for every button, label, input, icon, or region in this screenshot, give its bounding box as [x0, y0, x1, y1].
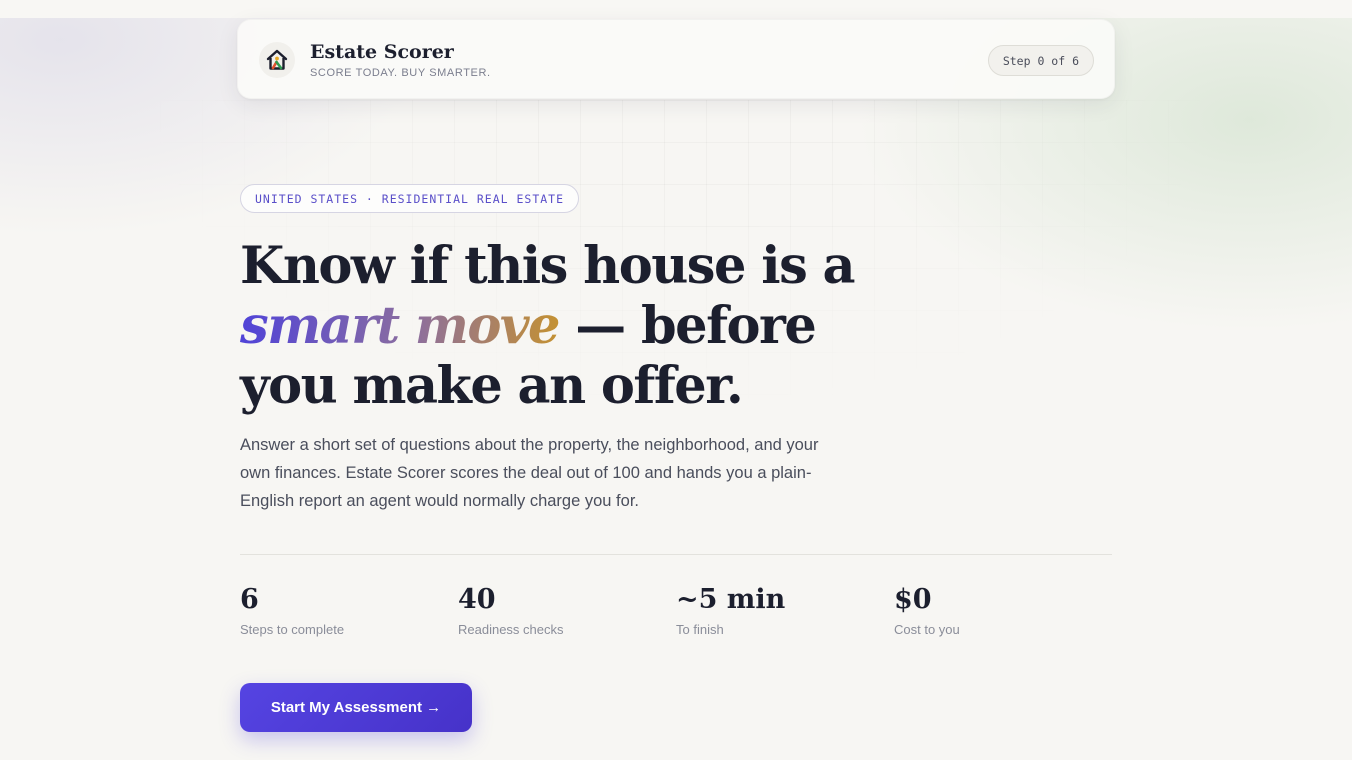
house-icon[interactable] [259, 42, 295, 78]
stat-label: Readiness checks [458, 622, 564, 637]
top-strip [0, 0, 1352, 18]
stat-time: ~5 min To finish [676, 583, 886, 637]
stat-value: $0 [894, 584, 932, 615]
stat-label: Cost to you [894, 622, 960, 637]
divider [240, 554, 1112, 555]
app-header: Estate Scorer SCORE TODAY. BUY SMARTER. … [237, 19, 1115, 99]
stat-label: Steps to complete [240, 622, 345, 637]
step-indicator: Step 0 of 6 [987, 45, 1094, 76]
hero-description: Answer a short set of questions about th… [240, 436, 819, 510]
headline-text-start: Know if this house is a [240, 236, 856, 296]
stat-value: 6 [240, 584, 259, 615]
stat-value: 40 [458, 584, 496, 615]
start-assessment-button[interactable]: Start My Assessment → [240, 683, 472, 732]
stat-cost: $0 Cost to you [894, 583, 1104, 637]
brand-tagline: SCORE TODAY. BUY SMARTER. [310, 67, 491, 79]
stat-steps: 6 Steps to complete [240, 583, 450, 637]
stat-value: ~5 min [676, 584, 786, 615]
headline-accent: smart move [240, 296, 560, 356]
stat-checks: 40 Readiness checks [458, 583, 668, 637]
brand-name: Estate Scorer [310, 41, 454, 63]
region-badge: UNITED STATES · RESIDENTIAL REAL ESTATE [240, 184, 580, 213]
stat-label: To finish [676, 622, 724, 637]
hero-headline: Know if this house is a smart move — bef… [240, 236, 880, 416]
